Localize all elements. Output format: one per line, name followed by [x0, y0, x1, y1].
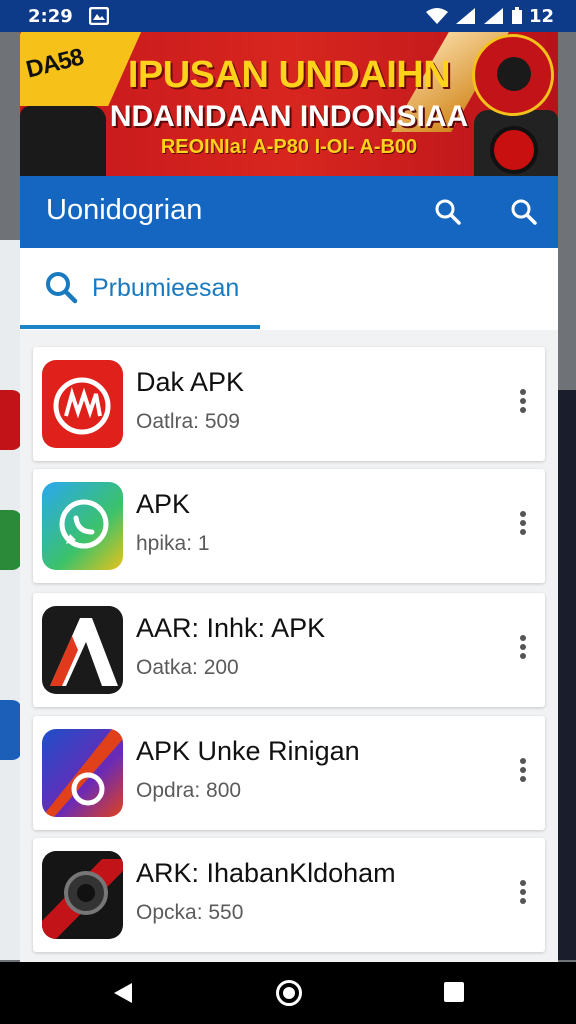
app-name: AAR: Inhk: APK: [136, 613, 326, 643]
app-name: APK Unke Rinigan: [136, 736, 360, 766]
app-bar: Uonidogrian: [20, 176, 558, 248]
search-bar[interactable]: Prbumieesan: [20, 248, 558, 330]
background-tile: [0, 510, 22, 570]
list-item[interactable]: APK hpika: 1: [33, 469, 545, 583]
app-subtitle: Opdra: 800: [136, 779, 242, 802]
back-icon[interactable]: [112, 981, 134, 1010]
status-time: 2:29: [28, 5, 73, 27]
background-app-left: [0, 240, 22, 960]
signal-icon: [483, 7, 505, 25]
home-icon[interactable]: [276, 980, 302, 1006]
background-tile: [0, 700, 22, 760]
gallery-notification-icon: [88, 7, 109, 25]
search-underline: [20, 325, 260, 329]
red-app-icon: [42, 360, 123, 448]
banner-subheadline: NDAINDAAN INDONSIAA: [109, 100, 469, 133]
search-icon: [44, 270, 78, 309]
camera-app-icon: [42, 851, 123, 939]
banner-tagline: REOINIa! A-P80 I-OI- A-B00: [160, 136, 418, 158]
list-item[interactable]: AAR: Inhk: APK Oatka: 200: [33, 593, 545, 707]
letter-a-icon: [42, 606, 123, 694]
list-item[interactable]: APK Unke Rinigan Opdra: 800: [33, 716, 545, 830]
search-icon[interactable]: [506, 194, 542, 230]
app-subtitle: Oatka: 200: [136, 656, 239, 679]
navigation-bar: [0, 962, 576, 1024]
app-subtitle: Opcka: 550: [136, 901, 244, 924]
app-name: Dak APK: [136, 367, 245, 397]
more-options-icon[interactable]: [515, 878, 531, 910]
list-item[interactable]: Dak APK Oatlra: 509: [33, 347, 545, 461]
more-options-icon[interactable]: [515, 633, 531, 665]
background-tile: [0, 390, 22, 450]
search-icon[interactable]: [430, 194, 466, 230]
app-name: APK: [136, 489, 191, 519]
nokia-app-icon: [42, 729, 123, 817]
more-options-icon[interactable]: [515, 756, 531, 788]
list-item[interactable]: ARK: IhabanKldoham Opcka: 550: [33, 838, 545, 952]
app-subtitle: Oatlra: 509: [136, 410, 240, 433]
promo-banner[interactable]: DA58 IPUSAN UNDAIHN NDAINDAAN INDONSIAA …: [20, 32, 558, 176]
more-options-icon[interactable]: [515, 509, 531, 541]
more-options-icon[interactable]: [515, 387, 531, 419]
signal-icon: [455, 7, 477, 25]
search-input[interactable]: Prbumieesan: [92, 274, 239, 303]
battery-icon: [511, 7, 523, 25]
app-subtitle: hpika: 1: [136, 532, 210, 555]
status-bar: 2:29 12: [0, 0, 576, 32]
banner-headline: IPUSAN UNDAIHN: [127, 54, 451, 96]
app-name: ARK: IhabanKldoham: [136, 858, 396, 888]
whatsapp-icon: [42, 482, 123, 570]
app-window: DA58 IPUSAN UNDAIHN NDAINDAAN INDONSIAA …: [20, 32, 558, 962]
recent-apps-icon[interactable]: [444, 982, 464, 1002]
battery-level: 12: [528, 5, 554, 27]
wifi-icon: [425, 7, 449, 25]
page-title: Uonidogrian: [46, 194, 203, 226]
